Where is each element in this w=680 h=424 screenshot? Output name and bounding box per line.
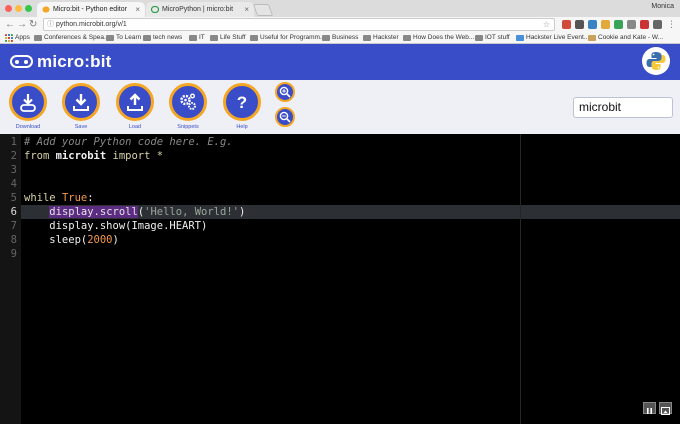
bookmark-cookie-kate[interactable]: Cookie and Kate - W... — [588, 33, 663, 43]
bookmark-apps[interactable]: Apps — [5, 33, 30, 43]
menu-icon[interactable]: ⋮ — [667, 18, 676, 31]
save-icon — [73, 94, 89, 111]
line-number: 1 — [10, 136, 17, 148]
print-margin — [520, 134, 521, 424]
minimize-window-button[interactable] — [15, 5, 22, 12]
pause-icon[interactable] — [643, 402, 656, 414]
hackster-favicon-icon — [516, 35, 524, 41]
line-number: 2 — [10, 150, 17, 162]
microbit-logo-icon — [10, 55, 33, 68]
snippets-icon — [180, 93, 196, 110]
url-text: python.microbit.org/v/1 — [56, 21, 127, 28]
browser-tab-bar: Micro:bit - Python editor × MicroPython … — [0, 0, 680, 17]
close-window-button[interactable] — [5, 5, 12, 12]
code-line[interactable]: from microbit import * — [24, 149, 163, 163]
code-editor[interactable]: 1 2 3 4 5 6 7 8 9 # Add your Python code… — [0, 134, 680, 424]
bookmark-folder[interactable]: tech news — [143, 33, 182, 43]
zoom-out-icon — [279, 111, 291, 123]
bookmarks-bar: Apps Conferences & Spea... To Learn tech… — [0, 32, 680, 44]
microbit-favicon-icon — [42, 6, 50, 13]
app-header: micro:bit — [0, 44, 680, 80]
svg-text:?: ? — [237, 93, 247, 112]
bookmark-folder[interactable]: How Does the Web... — [403, 33, 474, 43]
folder-icon — [475, 35, 483, 41]
snippets-button[interactable]: Snippets — [166, 83, 210, 130]
line-number-current: 6 — [10, 206, 17, 218]
address-bar-row: ← → ↻ ⓘ python.microbit.org/v/1 ☆ ⋮ — [0, 17, 680, 32]
bookmark-star-icon[interactable]: ☆ — [543, 19, 550, 30]
help-button[interactable]: ? Help — [220, 83, 264, 130]
reload-icon[interactable]: ↻ — [29, 18, 37, 31]
save-button[interactable]: Save — [59, 83, 103, 130]
picture-in-picture-icon[interactable] — [659, 402, 672, 415]
extension-icon[interactable] — [640, 20, 649, 29]
extension-icon[interactable] — [575, 20, 584, 29]
code-line-current[interactable]: display.scroll('Hello, World!') — [24, 205, 245, 219]
bookmark-folder[interactable]: IT — [189, 33, 205, 43]
bookmark-folder[interactable]: IOT stuff — [475, 33, 510, 43]
line-number: 9 — [10, 248, 17, 260]
folder-icon — [403, 35, 411, 41]
zoom-out-button[interactable] — [275, 107, 295, 127]
load-icon — [127, 93, 143, 111]
extension-icon[interactable] — [562, 20, 571, 29]
url-input[interactable]: ⓘ python.microbit.org/v/1 ☆ — [43, 18, 555, 31]
maximize-window-button[interactable] — [25, 5, 32, 12]
tab-label: MicroPython | micro:bit — [162, 6, 234, 13]
folder-icon — [250, 35, 258, 41]
folder-icon — [143, 35, 151, 41]
code-line[interactable]: while True: — [24, 191, 94, 205]
bookmark-folder[interactable]: Hackster — [363, 33, 399, 43]
folder-icon — [34, 35, 42, 41]
python-logo-icon — [642, 47, 670, 75]
code-line[interactable]: display.show(Image.HEART) — [24, 219, 207, 233]
close-tab-icon[interactable]: × — [244, 2, 249, 17]
bookmark-folder[interactable]: Life Stuff — [210, 33, 246, 43]
line-number: 3 — [10, 164, 17, 176]
bookmark-folder[interactable]: Business — [322, 33, 358, 43]
folder-icon — [322, 35, 330, 41]
extension-icon[interactable] — [614, 20, 623, 29]
close-tab-icon[interactable]: × — [135, 2, 140, 17]
bookmark-folder[interactable]: Conferences & Spea... — [34, 33, 109, 43]
tab-microbit-editor[interactable]: Micro:bit - Python editor × — [37, 2, 145, 17]
help-icon: ? — [237, 93, 247, 112]
micropython-favicon-icon — [151, 6, 159, 13]
bookmark-folder[interactable]: To Learn — [106, 33, 141, 43]
zoom-in-button[interactable] — [275, 82, 295, 102]
zoom-in-icon — [279, 86, 291, 98]
profile-name[interactable]: Monica — [651, 3, 674, 10]
folder-icon — [210, 35, 218, 41]
load-button[interactable]: Load — [113, 83, 157, 130]
folder-icon — [189, 35, 197, 41]
code-line[interactable]: sleep(2000) — [24, 233, 119, 247]
new-tab-button[interactable] — [252, 4, 274, 16]
line-number: 4 — [10, 178, 17, 190]
line-number: 8 — [10, 234, 17, 246]
app-logo-text: micro:bit — [37, 52, 112, 71]
bookmark-folder[interactable]: Useful for Programm... — [250, 33, 325, 43]
cookie-favicon-icon — [588, 35, 596, 41]
extension-icon[interactable] — [627, 20, 636, 29]
folder-icon — [106, 35, 114, 41]
folder-icon — [363, 35, 371, 41]
script-name-text: microbit — [579, 100, 622, 114]
line-number: 7 — [10, 220, 17, 232]
script-name-input[interactable]: microbit — [573, 97, 673, 118]
line-number: 5 — [10, 192, 17, 204]
extension-icon[interactable] — [588, 20, 597, 29]
extension-icon[interactable] — [653, 20, 662, 29]
back-icon[interactable]: ← — [5, 18, 15, 31]
download-button[interactable]: Download — [6, 83, 50, 130]
bookmark-hackster-live[interactable]: Hackster Live Event... — [516, 33, 589, 43]
download-icon — [20, 94, 36, 112]
code-line[interactable]: # Add your Python code here. E.g. — [24, 135, 233, 149]
apps-grid-icon — [5, 34, 13, 42]
tab-micropython[interactable]: MicroPython | micro:bit × — [146, 2, 254, 17]
extension-icon[interactable] — [601, 20, 610, 29]
tab-label: Micro:bit - Python editor — [53, 6, 127, 13]
forward-icon[interactable]: → — [17, 18, 27, 31]
page-info-icon[interactable]: ⓘ — [47, 19, 54, 30]
